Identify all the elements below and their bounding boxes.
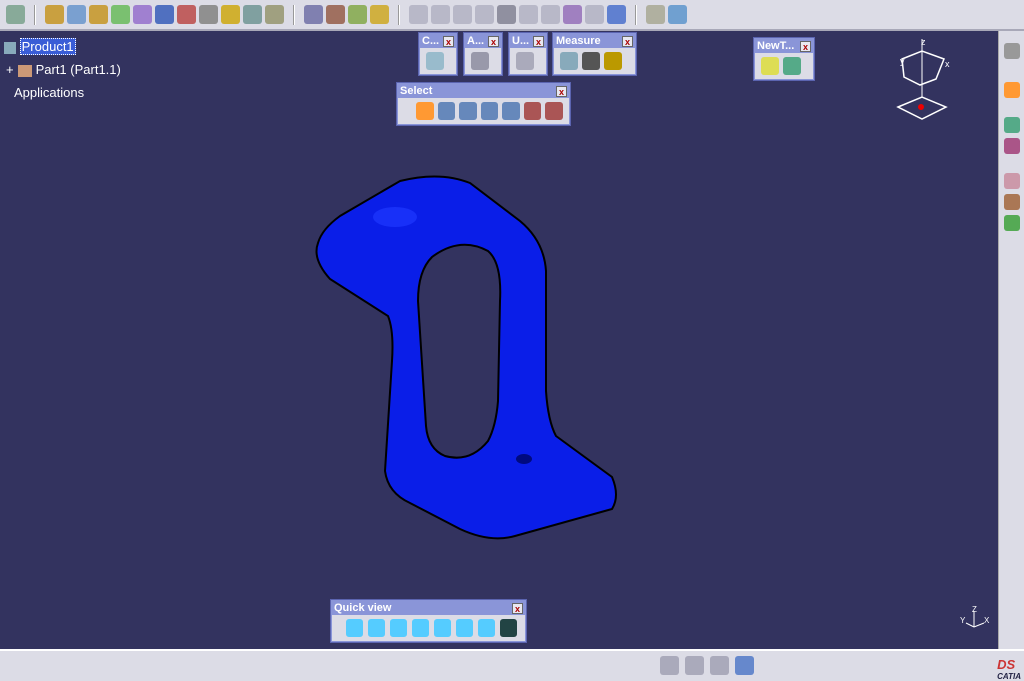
select-arrow-icon[interactable] <box>1003 82 1020 98</box>
separator <box>635 4 637 25</box>
compass-y-label: y <box>900 56 905 66</box>
quick-constraint-icon[interactable] <box>541 5 560 24</box>
insert-icon[interactable] <box>111 5 130 24</box>
coincidence-icon[interactable] <box>409 5 428 24</box>
palette-select[interactable]: Select x <box>396 82 571 126</box>
axis-triad: Z X Y <box>960 605 990 628</box>
close-icon[interactable]: x <box>443 35 454 47</box>
apply-material-icon[interactable] <box>1003 215 1020 231</box>
close-icon[interactable]: x <box>512 602 523 614</box>
palette-measure[interactable]: Measure x <box>552 32 637 76</box>
insert-existing-icon[interactable] <box>133 5 152 24</box>
numbering-icon[interactable] <box>199 5 218 24</box>
clash-icon[interactable] <box>370 5 389 24</box>
reuse-pattern-icon[interactable] <box>585 5 604 24</box>
top-toolbar <box>0 0 1024 31</box>
top-view-icon[interactable] <box>456 619 473 637</box>
scenes-icon[interactable] <box>668 5 687 24</box>
palette-u[interactable]: U... x <box>508 32 548 76</box>
flexible-icon[interactable] <box>607 5 626 24</box>
separator <box>398 4 400 25</box>
separator <box>293 4 295 25</box>
compass-z-label: z <box>921 37 926 47</box>
close-icon[interactable]: x <box>622 35 633 47</box>
axis-x-label: X <box>984 616 990 625</box>
material-icon[interactable] <box>1003 194 1020 210</box>
axis-y-label: Y <box>960 616 966 625</box>
select-arrow-icon[interactable] <box>416 102 434 120</box>
separator <box>34 4 36 25</box>
right-toolbar <box>998 31 1024 649</box>
palette-c[interactable]: C... x <box>418 32 458 76</box>
angle-icon[interactable] <box>475 5 494 24</box>
fix-together-icon[interactable] <box>519 5 538 24</box>
product-structure-icon[interactable] <box>1003 117 1020 133</box>
contact-icon[interactable] <box>431 5 450 24</box>
offset-icon[interactable] <box>453 5 472 24</box>
selective-load-icon[interactable] <box>221 5 240 24</box>
palette-a[interactable]: A... x <box>463 32 503 76</box>
component-icon[interactable] <box>1003 138 1020 154</box>
select-rectangle-icon[interactable] <box>437 102 456 120</box>
text-annotation-icon[interactable] <box>685 656 704 675</box>
compass[interactable]: z x y <box>892 37 952 127</box>
select-polygon-icon[interactable] <box>480 102 499 120</box>
part-icon[interactable] <box>89 5 108 24</box>
new-tool-icon-1[interactable] <box>761 57 779 75</box>
select-intersect-icon[interactable] <box>459 102 477 120</box>
measure-item-icon[interactable] <box>582 52 600 70</box>
product-icon[interactable] <box>67 5 86 24</box>
change-constraint-icon[interactable] <box>563 5 582 24</box>
snap-icon[interactable] <box>326 5 345 24</box>
flag-note-icon[interactable] <box>710 656 729 675</box>
isometric-view-icon[interactable] <box>346 619 363 637</box>
replace-icon[interactable] <box>155 5 174 24</box>
close-icon[interactable]: x <box>800 40 811 52</box>
select-outside-icon[interactable] <box>523 102 542 120</box>
annotation-icon[interactable] <box>471 52 489 70</box>
front-view-icon[interactable] <box>368 619 385 637</box>
close-icon[interactable]: x <box>556 85 567 97</box>
constraint-icon[interactable] <box>426 52 444 70</box>
multi-instantiation-icon[interactable] <box>265 5 284 24</box>
axis-z-label: Z <box>972 605 977 614</box>
close-icon[interactable]: x <box>488 35 499 47</box>
named-views-icon[interactable] <box>500 619 517 637</box>
select-outside-intersect-icon[interactable] <box>545 102 564 120</box>
graph-icon[interactable] <box>177 5 196 24</box>
new-tool-icon-2[interactable] <box>783 57 801 75</box>
catalog-icon[interactable] <box>646 5 665 24</box>
palette-newt[interactable]: NewT... x <box>753 37 815 81</box>
close-icon[interactable]: x <box>533 35 544 47</box>
render-icon[interactable] <box>1003 173 1020 189</box>
measure-between-icon[interactable] <box>560 52 578 70</box>
palette-quick-view[interactable]: Quick view x <box>330 599 527 643</box>
select-paint-icon[interactable] <box>502 102 520 120</box>
3d-viewport[interactable]: Product1 + Part1 (Part1.1) Applications C… <box>0 31 998 649</box>
hole-feature <box>516 454 532 464</box>
left-view-icon[interactable] <box>412 619 429 637</box>
bottom-view-icon[interactable] <box>478 619 495 637</box>
bottom-toolbar: DS CATIA <box>0 649 1024 681</box>
update-icon[interactable] <box>516 52 534 70</box>
gear-icon[interactable] <box>1003 43 1020 59</box>
compass-x-label: x <box>945 59 950 69</box>
right-view-icon[interactable] <box>434 619 451 637</box>
snap-to-point-icon[interactable] <box>660 656 679 675</box>
manipulate-icon[interactable] <box>304 5 323 24</box>
representations-icon[interactable] <box>243 5 262 24</box>
explode-icon[interactable] <box>348 5 367 24</box>
select-tool-icon[interactable] <box>6 5 25 24</box>
fix-icon[interactable] <box>497 5 516 24</box>
gear-icon[interactable] <box>45 5 64 24</box>
hole-feature <box>373 207 417 227</box>
catia-logo: DS CATIA <box>997 657 1021 681</box>
back-view-icon[interactable] <box>390 619 407 637</box>
3d-annotation-icon[interactable] <box>735 656 754 675</box>
measure-inertia-icon[interactable] <box>604 52 622 70</box>
